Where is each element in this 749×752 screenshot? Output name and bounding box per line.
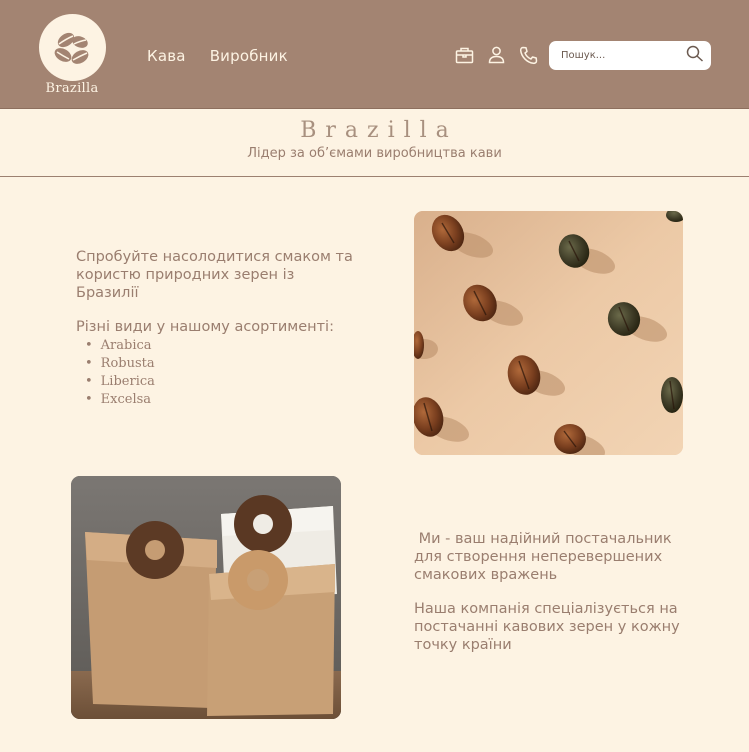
page-subtitle: Лідер за об’ємами виробництва кави xyxy=(247,146,502,161)
intro-text-block: Спробуйте насолодитися смаком та користю… xyxy=(76,248,356,409)
intro-paragraph: Спробуйте насолодитися смаком та користю… xyxy=(76,249,353,301)
phone-icon[interactable] xyxy=(518,45,538,65)
list-item: Excelsa xyxy=(85,391,356,409)
coffee-beans-photo xyxy=(414,211,683,455)
list-item: Robusta xyxy=(85,355,356,373)
hero-title-band: Brazilla Лідер за об’ємами виробництва к… xyxy=(0,109,749,177)
nav-item-coffee[interactable]: Кава xyxy=(147,47,186,65)
header-icons xyxy=(454,45,538,65)
nav-item-producer[interactable]: Виробник xyxy=(210,47,288,65)
company-paragraph: Наша компанія спеціалізується на постача… xyxy=(414,601,680,653)
supplier-paragraph: Ми - ваш надійний постачальник для створ… xyxy=(414,531,677,583)
varieties-heading: Різні види у нашому асортименті: xyxy=(76,319,334,335)
page-title: Brazilla xyxy=(300,118,458,143)
logo-text: Brazilla xyxy=(45,81,99,96)
logo[interactable]: Brazilla xyxy=(37,14,107,98)
header: Brazilla Кава Виробник xyxy=(0,0,749,109)
coffee-beans-logo-icon xyxy=(38,14,106,81)
cart-icon[interactable] xyxy=(454,45,474,65)
search-input[interactable] xyxy=(561,50,686,61)
coffee-bags-photo xyxy=(71,476,341,719)
supplier-text-block: Ми - ваш надійний постачальник для створ… xyxy=(414,530,704,654)
list-item: Liberica xyxy=(85,373,356,391)
list-item: Arabica xyxy=(85,337,356,355)
varieties-list: Arabica Robusta Liberica Excelsa xyxy=(76,337,356,409)
main-nav: Кава Виробник xyxy=(147,47,288,65)
search-box xyxy=(549,41,711,70)
user-icon[interactable] xyxy=(486,45,506,65)
search-icon[interactable] xyxy=(686,45,704,67)
